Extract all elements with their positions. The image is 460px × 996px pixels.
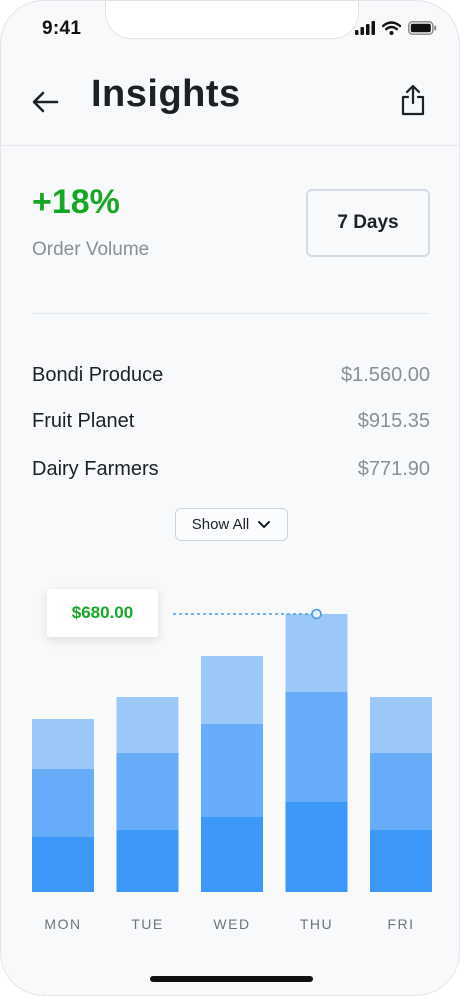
chart-tooltip: $680.00 xyxy=(47,589,158,637)
supplier-row[interactable]: Bondi Produce $1.560.00 xyxy=(32,360,430,390)
bar-segment-tue-2[interactable] xyxy=(116,753,179,830)
highlight-point[interactable] xyxy=(311,608,322,620)
bar-segment-wed-1[interactable] xyxy=(201,817,263,892)
share-button[interactable] xyxy=(399,83,427,117)
notch xyxy=(105,1,359,39)
bar-segment-thu-3[interactable] xyxy=(285,614,348,692)
bar-segment-thu-2[interactable] xyxy=(285,692,348,802)
back-button[interactable] xyxy=(29,85,63,119)
bar-segment-tue-3[interactable] xyxy=(116,697,179,753)
bar-segment-wed-2[interactable] xyxy=(201,724,263,817)
share-icon xyxy=(401,84,425,116)
date-range-button[interactable]: 7 Days xyxy=(306,189,430,257)
supplier-row[interactable]: Dairy Farmers $771.90 xyxy=(32,454,430,484)
show-all-label: Show All xyxy=(191,516,250,533)
home-indicator[interactable] xyxy=(150,976,313,982)
cellular-signal-icon xyxy=(355,21,375,35)
x-tick-label: FRI xyxy=(387,916,414,932)
x-tick-label: WED xyxy=(213,916,250,932)
supplier-name: Dairy Farmers xyxy=(32,457,159,480)
supplier-amount: $771.90 xyxy=(357,457,430,480)
divider xyxy=(32,313,430,314)
arrow-left-icon xyxy=(32,91,59,113)
wifi-icon xyxy=(382,21,401,35)
supplier-amount: $915.35 xyxy=(357,409,430,432)
show-all-button[interactable]: Show All xyxy=(175,508,288,541)
supplier-name: Fruit Planet xyxy=(32,409,135,432)
bar-segment-mon-1[interactable] xyxy=(32,837,94,892)
order-volume-label: Order Volume xyxy=(32,239,150,260)
bar-segment-fri-3[interactable] xyxy=(370,697,432,753)
header: Insights xyxy=(1,63,459,146)
x-tick-label: MON xyxy=(44,916,81,932)
order-volume-change: +18% xyxy=(32,183,120,221)
bar-segment-thu-1[interactable] xyxy=(285,802,348,892)
supplier-name: Bondi Produce xyxy=(32,363,164,386)
x-tick-label: THU xyxy=(300,916,333,932)
phone-frame: 9:41 Insights +18% Order Volume 7 Days B… xyxy=(0,0,460,996)
status-time: 9:41 xyxy=(42,18,82,39)
status-icons xyxy=(355,21,437,35)
x-tick-label: TUE xyxy=(131,916,164,932)
supplier-amount: $1.560.00 xyxy=(341,363,430,386)
battery-icon xyxy=(408,21,437,35)
bar-segment-mon-3[interactable] xyxy=(32,719,94,769)
bar-segment-fri-2[interactable] xyxy=(370,753,432,830)
bar-segment-tue-1[interactable] xyxy=(116,830,179,892)
chevron-down-icon xyxy=(258,520,271,528)
bar-segment-wed-3[interactable] xyxy=(201,656,263,724)
bar-segment-mon-2[interactable] xyxy=(32,769,94,837)
supplier-row[interactable]: Fruit Planet $915.35 xyxy=(32,406,430,436)
page-title: Insights xyxy=(91,73,241,115)
bar-segment-fri-1[interactable] xyxy=(370,830,432,892)
